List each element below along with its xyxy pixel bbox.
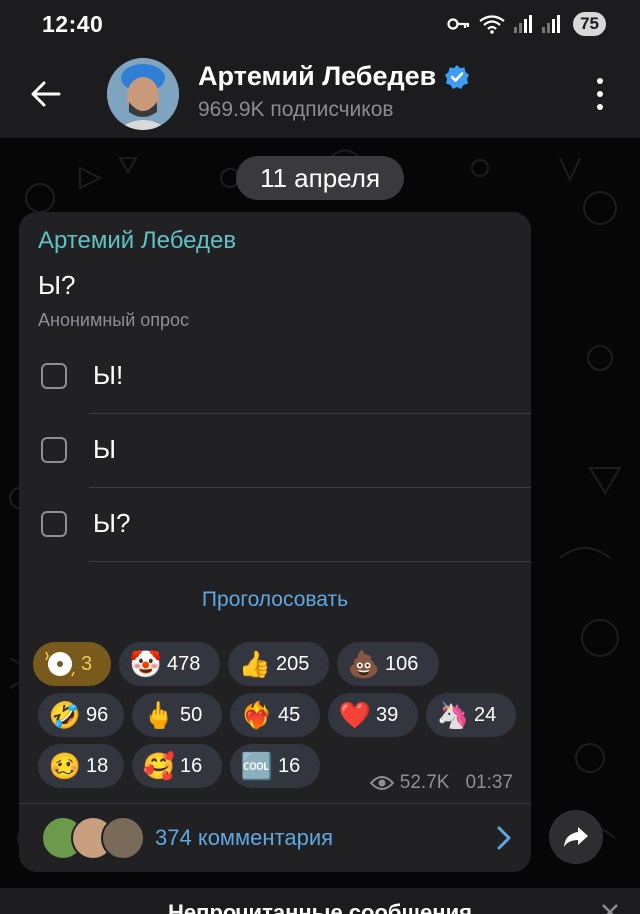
reaction-count: 39 [376, 703, 399, 726]
reaction-count: 18 [86, 754, 109, 777]
status-bar: 12:40 75 [0, 0, 640, 50]
clown-reaction[interactable]: 🤡 478 [119, 642, 220, 686]
heart-reaction[interactable]: ❤️ 39 [328, 693, 418, 737]
thumbs-up-reaction[interactable]: 👍 205 [228, 642, 329, 686]
share-button[interactable] [549, 810, 603, 864]
avatar [101, 816, 145, 860]
checkbox-icon[interactable] [41, 363, 67, 389]
middle-finger-reaction[interactable]: 🖕 50 [132, 693, 222, 737]
poll-option-label: Ы! [93, 360, 124, 390]
reaction-count: 478 [167, 652, 201, 675]
poll-type-label: Анонимный опрос [38, 310, 190, 330]
woozy-reaction[interactable]: 🥴 18 [38, 744, 124, 788]
heart-on-fire-icon: ❤️‍🔥 [240, 699, 274, 730]
poll-question: Ы? [38, 270, 76, 300]
checkbox-icon[interactable] [41, 511, 67, 537]
view-count: 52.7K [399, 772, 450, 793]
poll-option[interactable]: Ы [19, 414, 531, 488]
status-time: 12:40 [42, 11, 104, 37]
paid-star-reaction[interactable]: 3 [33, 642, 111, 686]
message-author[interactable]: Артемий Лебедев [38, 227, 236, 255]
woozy-icon: 🥴 [48, 750, 82, 781]
message-bubble[interactable]: Артемий Лебедев Ы? Анонимный опрос Ы! Ы … [19, 212, 531, 872]
checkbox-icon[interactable] [41, 437, 67, 463]
commenter-avatars [41, 816, 161, 860]
thumbs-up-icon: 👍 [238, 648, 272, 679]
back-button[interactable] [22, 72, 70, 116]
poop-icon: 💩 [347, 648, 381, 679]
unread-label: Непрочитанные сообщения [168, 900, 472, 914]
unread-messages-bar[interactable]: Непрочитанные сообщения [0, 888, 640, 914]
divider [89, 561, 531, 562]
reaction-count: 3 [81, 652, 93, 675]
poll-option[interactable]: Ы? [19, 488, 531, 562]
more-dot-icon [597, 91, 603, 97]
date-separator: 11 апреля [236, 156, 404, 200]
middle-finger-icon: 🖕 [142, 699, 176, 730]
reaction-count: 205 [276, 652, 310, 675]
channel-header: Артемий Лебедев 969.9K подписчиков [0, 50, 640, 138]
heart-icon: ❤️ [338, 699, 372, 730]
signal-roaming-icon [541, 14, 561, 34]
back-arrow-icon [31, 81, 61, 107]
reaction-count: 16 [180, 754, 203, 777]
more-dot-icon [597, 78, 603, 84]
close-icon[interactable] [600, 902, 620, 914]
signal-icon [513, 14, 533, 34]
unicorn-icon: 🦄 [436, 699, 470, 730]
reaction-count: 16 [278, 754, 301, 777]
reaction-count: 24 [474, 703, 497, 726]
wifi-icon [479, 14, 505, 34]
status-icons: 75 [447, 12, 606, 36]
eye-icon [369, 776, 394, 790]
heart-on-fire-reaction[interactable]: ❤️‍🔥 45 [230, 693, 320, 737]
more-menu-button[interactable] [586, 78, 614, 110]
vote-button[interactable]: Проголосовать [19, 578, 531, 622]
star-icon [43, 647, 77, 681]
rofl-icon: 🤣 [48, 699, 82, 730]
poll-option-label: Ы? [93, 508, 131, 538]
chevron-right-icon [497, 826, 511, 850]
subscriber-count: 969.9K подписчиков [198, 98, 394, 121]
poll-option-label: Ы [93, 434, 117, 464]
verified-icon [445, 64, 470, 89]
reaction-count: 50 [180, 703, 203, 726]
clown-icon: 🤡 [129, 648, 163, 679]
message-meta: 52.7K 01:37 [369, 772, 513, 794]
comments-label: 374 комментария [155, 825, 334, 850]
share-arrow-icon [564, 827, 588, 847]
channel-title[interactable]: Артемий Лебедев [198, 61, 470, 92]
reaction-count: 45 [278, 703, 301, 726]
smiling-hearts-reaction[interactable]: 🥰 16 [132, 744, 222, 788]
cool-reaction[interactable]: 🆒 16 [230, 744, 320, 788]
poll-option[interactable]: Ы! [19, 340, 531, 414]
unicorn-reaction[interactable]: 🦄 24 [426, 693, 516, 737]
channel-avatar[interactable] [107, 58, 179, 130]
channel-name: Артемий Лебедев [198, 61, 437, 91]
reaction-count: 96 [86, 703, 109, 726]
battery-indicator: 75 [573, 12, 606, 36]
more-dot-icon [597, 104, 603, 110]
cool-icon: 🆒 [240, 750, 274, 781]
message-time: 01:37 [465, 772, 513, 793]
reaction-count: 106 [385, 652, 419, 675]
smiling-hearts-icon: 🥰 [142, 750, 176, 781]
key-icon [447, 16, 471, 32]
poop-reaction[interactable]: 💩 106 [337, 642, 439, 686]
comments-button[interactable]: 374 комментария [19, 804, 531, 872]
rofl-reaction[interactable]: 🤣 96 [38, 693, 124, 737]
